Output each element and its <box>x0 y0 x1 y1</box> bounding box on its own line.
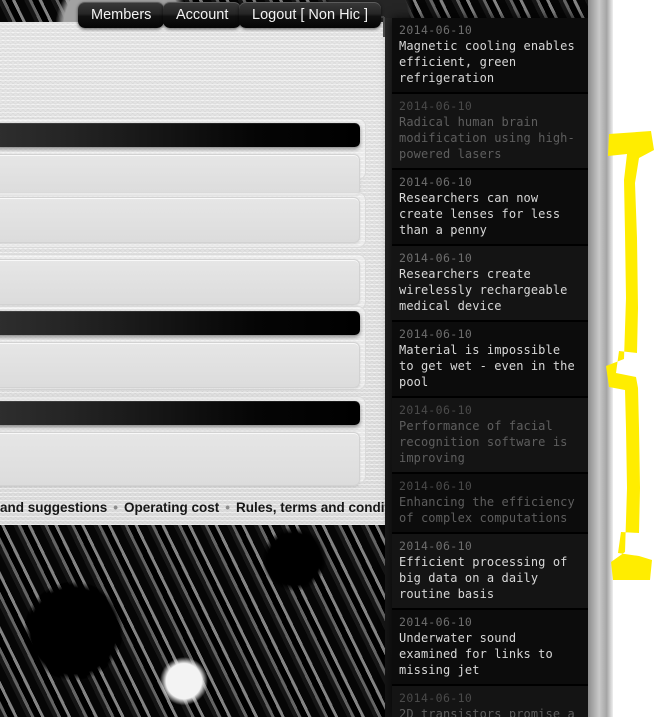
news-ticker-panel[interactable]: 2014-06-10 Magnetic cooling enables effic… <box>392 18 588 717</box>
forum-category-block[interactable] <box>0 254 366 310</box>
nav-button-members[interactable]: Members <box>78 2 165 28</box>
news-item-date: 2014-06-10 <box>399 99 473 113</box>
news-item-date: 2014-06-10 <box>399 23 473 37</box>
forum-category-block[interactable] <box>0 396 366 486</box>
news-item[interactable]: 2014-06-102D transistors promise a faste… <box>392 686 588 717</box>
news-item[interactable]: 2014-06-10 Magnetic cooling enables effic… <box>392 18 588 94</box>
news-item-title[interactable]: Material is impossible to get wet - even… <box>399 342 582 390</box>
forum-category-body[interactable] <box>0 154 360 196</box>
news-item[interactable]: 2014-06-10 Underwater sound examined for … <box>392 610 588 686</box>
news-item[interactable]: 2014-06-10 Researchers create wirelessly … <box>392 246 588 322</box>
news-item-title[interactable]: 2D transistors promise a faster electron… <box>399 706 582 717</box>
footer-separator-2: • <box>225 499 230 515</box>
nav-button-account[interactable]: Account <box>163 2 242 28</box>
news-item-title[interactable]: Performance of facial recognition softwa… <box>399 418 582 466</box>
news-item[interactable]: 2014-06-10 Radical human brain modificati… <box>392 94 588 170</box>
news-item-date: 2014-06-10 <box>399 327 473 341</box>
forum-category-body[interactable] <box>0 432 360 486</box>
news-item[interactable]: 2014-06-10 Performance of facial recognit… <box>392 398 588 474</box>
news-item-title[interactable]: Researchers create wirelessly rechargeab… <box>399 266 582 314</box>
news-item-title[interactable]: Magnetic cooling enables efficient, gree… <box>399 38 582 86</box>
news-item-date: 2014-06-10 <box>399 691 473 705</box>
news-item[interactable]: 2014-06-10 Enhancing the efficiency of co… <box>392 474 588 534</box>
forum-category-block[interactable] <box>0 192 366 248</box>
news-item-title[interactable]: Researchers can now create lenses for le… <box>399 190 582 238</box>
forum-category-header[interactable] <box>0 401 360 425</box>
forum-category-block[interactable] <box>0 306 366 390</box>
footer-link-suggestions[interactable]: and suggestions <box>0 500 107 515</box>
news-item-date: 2014-06-10 <box>399 539 473 553</box>
yellow-bracket-annotation <box>606 131 654 580</box>
news-item-date: 2014-06-10 <box>399 251 473 265</box>
footer-separator-1: • <box>113 499 118 515</box>
news-item[interactable]: 2014-06-10 Efficient processing of big da… <box>392 534 588 610</box>
news-item-date: 2014-06-10 <box>399 175 473 189</box>
forum-category-block[interactable] <box>0 118 366 196</box>
news-item-title[interactable]: Enhancing the efficiency of complex comp… <box>399 494 582 526</box>
forum-category-header[interactable] <box>0 123 360 147</box>
news-item-date: 2014-06-10 <box>399 615 473 629</box>
news-panel-scrollbar[interactable] <box>385 18 392 717</box>
news-item-title[interactable]: Underwater sound examined for links to m… <box>399 630 582 678</box>
news-item-date: 2014-06-10 <box>399 479 473 493</box>
news-item[interactable]: 2014-06-10 Researchers can now create len… <box>392 170 588 246</box>
news-item-title[interactable]: Efficient processing of big data on a da… <box>399 554 582 602</box>
top-navigation-bar: Members Account Logout [ Non Hic ] <box>0 0 387 37</box>
nav-button-logout[interactable]: Logout [ Non Hic ] <box>239 2 382 28</box>
forum-category-header[interactable] <box>0 311 360 335</box>
footer-link-operating-cost[interactable]: Operating cost <box>124 500 219 515</box>
forum-category-body[interactable] <box>0 342 360 388</box>
news-item[interactable]: 2014-06-10 Material is impossible to get … <box>392 322 588 398</box>
forum-category-body[interactable] <box>0 259 360 305</box>
footer-link-bar: and suggestions • Operating cost • Rules… <box>0 496 417 518</box>
forum-category-body[interactable] <box>0 197 360 243</box>
news-item-date: 2014-06-10 <box>399 403 473 417</box>
nav-connector-drop <box>383 17 385 37</box>
news-item-title[interactable]: Radical human brain modification using h… <box>399 114 582 162</box>
screenshot-root: Mark forums read and suggestions • Opera… <box>0 0 656 717</box>
